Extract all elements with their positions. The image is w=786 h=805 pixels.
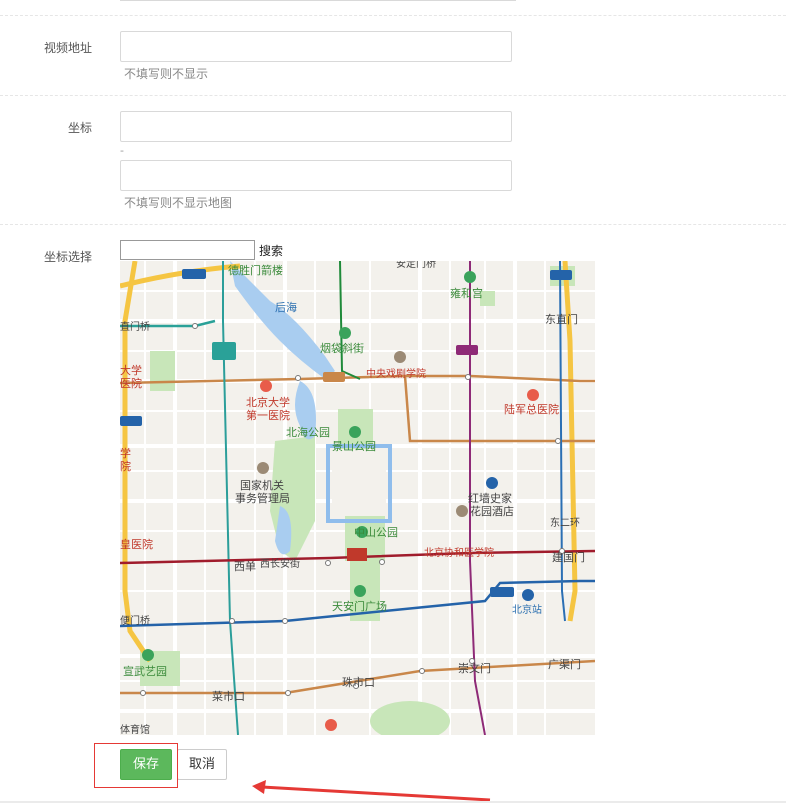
map-label: 医院 — [120, 376, 142, 390]
map-label: 景山公园 — [332, 440, 376, 453]
map-label: 崇文门 — [458, 661, 491, 675]
map-label: 北京协和医学院 — [424, 546, 494, 559]
map-label: 中央戏剧学院 — [366, 367, 426, 380]
map-label: 建国门 — [552, 550, 585, 564]
map-label: 珠市口 — [342, 675, 375, 689]
coords-separator: - — [120, 144, 124, 157]
row-divider — [0, 95, 786, 96]
video-url-label: 视频地址 — [43, 41, 92, 55]
map-label: 红墙史家 — [468, 491, 512, 505]
map-label: 雍和宫 — [450, 286, 483, 300]
map-label: 天安门广场 — [332, 599, 387, 613]
map-label: 陆军总医院 — [504, 402, 559, 416]
cancel-button[interactable]: 取消 — [177, 749, 227, 780]
map-label: 北京站 — [512, 603, 542, 616]
map-label: 菜市口 — [212, 689, 245, 703]
map-label: 便门桥 — [120, 614, 150, 627]
map-view[interactable]: 德胜门箭楼 安定门桥 雍和宫 后海 东直门 直门桥 烟袋斜街 中央戏剧学院 大学… — [120, 261, 595, 735]
coord-picker-label: 坐标选择 — [43, 250, 92, 264]
map-label: 第一医院 — [246, 408, 290, 422]
map-label: 广渠门 — [548, 657, 581, 671]
map-label: 西长安街 — [260, 557, 300, 570]
map-label: 中山公园 — [354, 526, 398, 539]
video-url-input[interactable] — [120, 31, 512, 62]
row-divider — [0, 224, 786, 225]
map-label: 体育馆 — [120, 723, 150, 735]
latitude-input[interactable] — [120, 160, 512, 191]
map-label: 烟袋斜街 — [320, 341, 364, 355]
map-label: 北京大学 — [246, 395, 290, 409]
row-divider — [0, 15, 786, 16]
map-label: 后海 — [275, 300, 297, 314]
map-search-button[interactable]: 搜索 — [259, 242, 283, 259]
page-bottom-divider — [0, 801, 786, 803]
longitude-input[interactable] — [120, 111, 512, 142]
map-label: 北海公园 — [286, 425, 330, 439]
annotation-highlight-box — [94, 743, 178, 788]
previous-field-input-edge — [120, 0, 516, 1]
video-url-hint: 不填写则不显示 — [124, 67, 209, 81]
map-label: 事务管理局 — [235, 491, 290, 505]
map-label: 国家机关 — [240, 478, 284, 492]
map-label: 安定门桥 — [396, 261, 436, 270]
map-label: 东直门 — [545, 312, 578, 326]
coords-label: 坐标 — [67, 121, 92, 135]
map-label: 东二环 — [550, 516, 580, 529]
map-label: 学 — [120, 446, 131, 460]
map-label: 院 — [120, 459, 131, 473]
map-label: 花园酒店 — [470, 504, 514, 518]
coords-hint: 不填写则不显示地图 — [124, 196, 233, 210]
map-label: 宣武艺园 — [123, 664, 167, 678]
map-label: 皇医院 — [120, 537, 153, 551]
map-search-input[interactable] — [120, 240, 255, 260]
map-canvas[interactable]: 德胜门箭楼 安定门桥 雍和宫 后海 东直门 直门桥 烟袋斜街 中央戏剧学院 大学… — [120, 261, 595, 735]
map-label: 大学 — [120, 363, 142, 377]
map-label: 西单 — [234, 560, 256, 573]
map-label: 德胜门箭楼 — [228, 263, 283, 277]
map-label: 直门桥 — [120, 320, 150, 333]
